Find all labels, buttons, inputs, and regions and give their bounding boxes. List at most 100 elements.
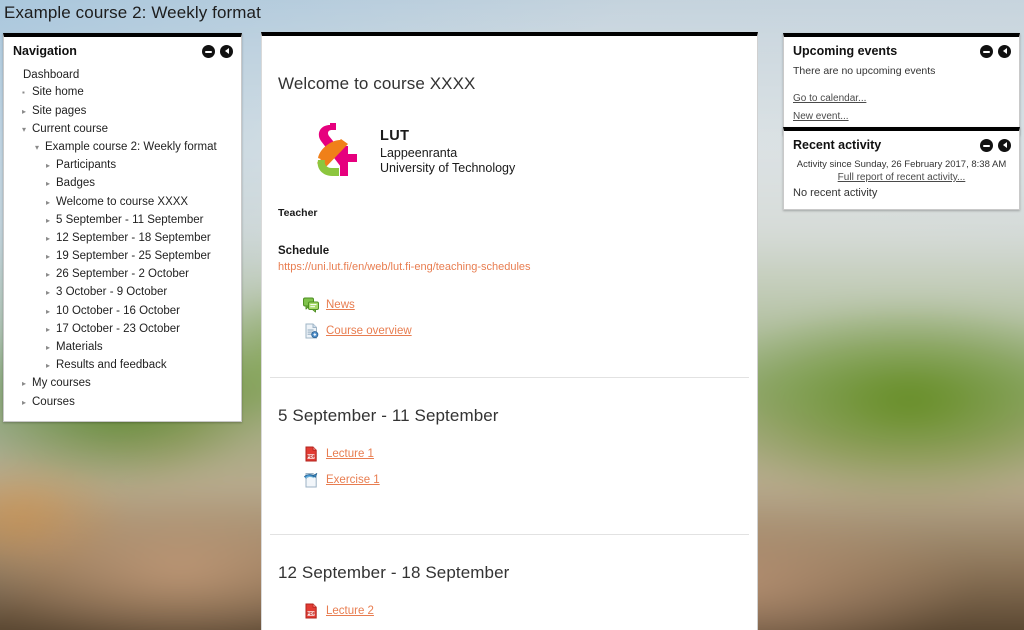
chevron-right-icon[interactable]: ▸ [46,230,56,247]
nav-item[interactable]: ▸ 17 October - 23 October [13,320,232,338]
nav-item-label: My courses [32,377,91,390]
chevron-right-icon[interactable]: ▸ [46,266,56,283]
week-1-activity-list: PDF Lecture 1 Exercise 1 [303,446,741,488]
back-circle-icon[interactable] [220,44,233,58]
teacher-label: Teacher [278,207,318,219]
nav-item[interactable]: ▾ Example course 2: Weekly format [13,138,232,156]
nav-item-label: 5 September - 11 September [56,213,204,226]
nav-item[interactable]: ▸ 12 September - 18 September [13,229,232,247]
nav-item-label: Current course [32,122,109,135]
nav-item-label: 19 September - 25 September [56,250,211,263]
activity-item[interactable]: Exercise 1 [303,472,741,488]
chevron-down-icon[interactable]: ▾ [35,139,45,156]
chevron-down-icon[interactable]: ▾ [22,121,32,138]
activity-link[interactable]: Course overview [326,325,412,337]
chevron-right-icon[interactable]: ▸ [46,212,56,229]
nav-item[interactable]: ▸ 5 September - 11 September [13,211,232,229]
forum-icon [303,297,319,313]
welcome-section-title: Welcome to course XXXX [278,74,476,93]
nav-item[interactable]: ▸ Results and feedback [13,357,232,375]
activity-link[interactable]: Lecture 1 [326,448,374,460]
activity-item[interactable]: News [303,297,741,313]
svg-text:PDF: PDF [307,454,316,459]
chevron-right-icon[interactable]: ▸ [46,175,56,192]
chevron-right-icon[interactable]: ▸ [46,157,56,174]
activity-link[interactable]: Lecture 2 [326,605,374,617]
chevron-right-icon[interactable]: ▸ [46,248,56,265]
chevron-right-icon[interactable]: ▸ [46,357,56,374]
recent-activity-body: Activity since Sunday, 26 February 2017,… [784,158,1019,209]
minus-circle-icon[interactable] [980,138,993,152]
chevron-right-icon[interactable]: ▸ [46,303,56,320]
chevron-right-icon[interactable]: ▸ [22,103,32,120]
minus-circle-icon[interactable] [202,44,215,58]
nav-item[interactable]: ▸ 10 October - 16 October [13,302,232,320]
chevron-right-icon[interactable]: ▸ [46,339,56,356]
navigation-block: Navigation Dashboard ▪ Site home ▸ Site page… [3,33,242,423]
activity-link[interactable]: News [326,299,355,311]
nav-item-label: 10 October - 16 October [56,304,181,317]
upcoming-events-body: There are no upcoming events Go to calen… [784,64,1019,134]
nav-item-label: Dashboard [23,68,80,81]
chevron-right-icon[interactable]: ▸ [46,284,56,301]
page-icon [303,323,319,339]
lut-logo-line1: Lappeenranta [380,145,458,160]
activity-item[interactable]: PDF Lecture 2 [303,603,741,619]
recent-activity-block: Recent activity Activity since Sunday, 2… [783,127,1020,210]
upcoming-events-icons [980,44,1011,58]
chevron-right-icon[interactable]: ▸ [46,321,56,338]
nav-item[interactable]: ▸ Participants [13,157,232,175]
nav-item[interactable]: ▸ 19 September - 25 September [13,247,232,265]
back-circle-icon[interactable] [998,138,1011,152]
navigation-block-icons [202,44,233,58]
upcoming-events-title: Upcoming events [793,44,898,58]
new-event-link[interactable]: New event... [793,111,849,122]
nav-item[interactable]: Dashboard [13,66,232,84]
chevron-right-icon[interactable]: ▸ [46,194,56,211]
nav-item[interactable]: ▸ My courses [13,375,232,393]
nav-item[interactable]: ▸ Badges [13,175,232,193]
nav-item[interactable]: ▸ 3 October - 9 October [13,284,232,302]
course-section-week-1: 5 September - 11 September PDF Lecture 1 E… [262,378,757,534]
full-report-link[interactable]: Full report of recent activity... [838,172,966,183]
nav-item[interactable]: ▸ Welcome to course XXXX [13,193,232,211]
week-2-title: 12 September - 18 September [278,563,510,582]
go-to-calendar-link[interactable]: Go to calendar... [793,93,866,104]
svg-text:PDF: PDF [307,611,316,616]
recent-activity-empty-text: No recent activity [793,187,878,199]
nav-item-label: Example course 2: Weekly format [45,140,217,153]
chevron-right-icon[interactable]: ▸ [22,394,32,411]
recent-activity-title: Recent activity [793,138,882,152]
back-circle-icon[interactable] [998,44,1011,58]
chevron-right-icon[interactable]: ▸ [22,375,32,392]
nav-item-label: Site pages [32,104,87,117]
nav-item[interactable]: ▸ 26 September - 2 October [13,266,232,284]
nav-item[interactable]: ▸ Courses [13,393,232,411]
nav-item[interactable]: ▸ Materials [13,338,232,356]
nav-item-label: 3 October - 9 October [56,286,168,299]
nav-item-label: Results and feedback [56,359,167,372]
upcoming-events-block: Upcoming events There are no upcoming ev… [783,33,1020,135]
bullet-icon[interactable]: ▪ [22,84,32,101]
schedule-link[interactable]: https://uni.lut.fi/en/web/lut.fi-eng/tea… [278,261,531,273]
navigation-tree: Dashboard ▪ Site home ▸ Site pages ▾ Current c… [13,66,232,411]
nav-item-label: Badges [56,177,96,190]
activity-link[interactable]: Exercise 1 [326,474,380,486]
nav-item-label: Materials [56,341,103,353]
lut-logo-lockup: LUT Lappeenranta University of Technolog… [310,122,741,183]
course-section-welcome: Welcome to course XXXX LUT Lappeenranta … [262,36,757,377]
nav-item-label: Site home [32,86,84,99]
nav-item[interactable]: ▾ Current course [13,120,232,138]
navigation-block-body: Dashboard ▪ Site home ▸ Site pages ▾ Current c… [4,64,241,421]
schedule-label: Schedule [278,245,330,257]
course-section-week-2: 12 September - 18 September PDF Lecture 2… [262,535,757,630]
activity-item[interactable]: PDF Lecture 1 [303,446,741,462]
nav-item-label: 17 October - 23 October [56,322,181,335]
activity-item[interactable]: Course overview [303,323,741,339]
navigation-block-header: Navigation [4,37,241,64]
nav-item[interactable]: ▸ Site pages [13,102,232,120]
nav-item-label: Welcome to course XXXX [56,195,189,208]
minus-circle-icon[interactable] [980,44,993,58]
nav-item[interactable]: ▪ Site home [13,84,232,102]
